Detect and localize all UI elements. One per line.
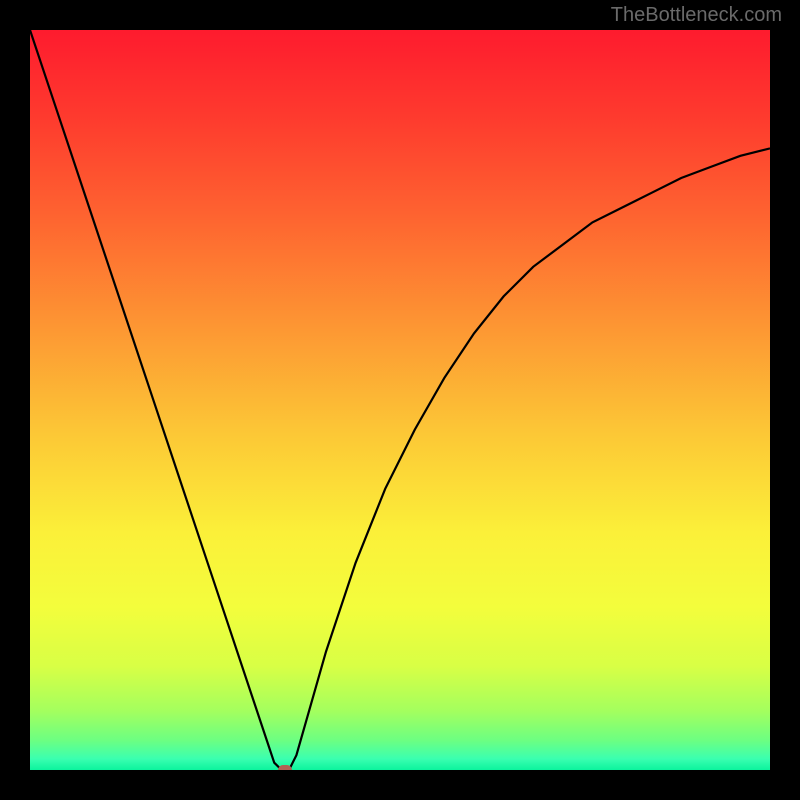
optimal-point-marker: [278, 765, 292, 770]
chart-background-gradient: [30, 30, 770, 770]
watermark-text: TheBottleneck.com: [611, 4, 782, 27]
chart-svg: [30, 30, 770, 770]
chart-plot-area: [30, 30, 770, 770]
